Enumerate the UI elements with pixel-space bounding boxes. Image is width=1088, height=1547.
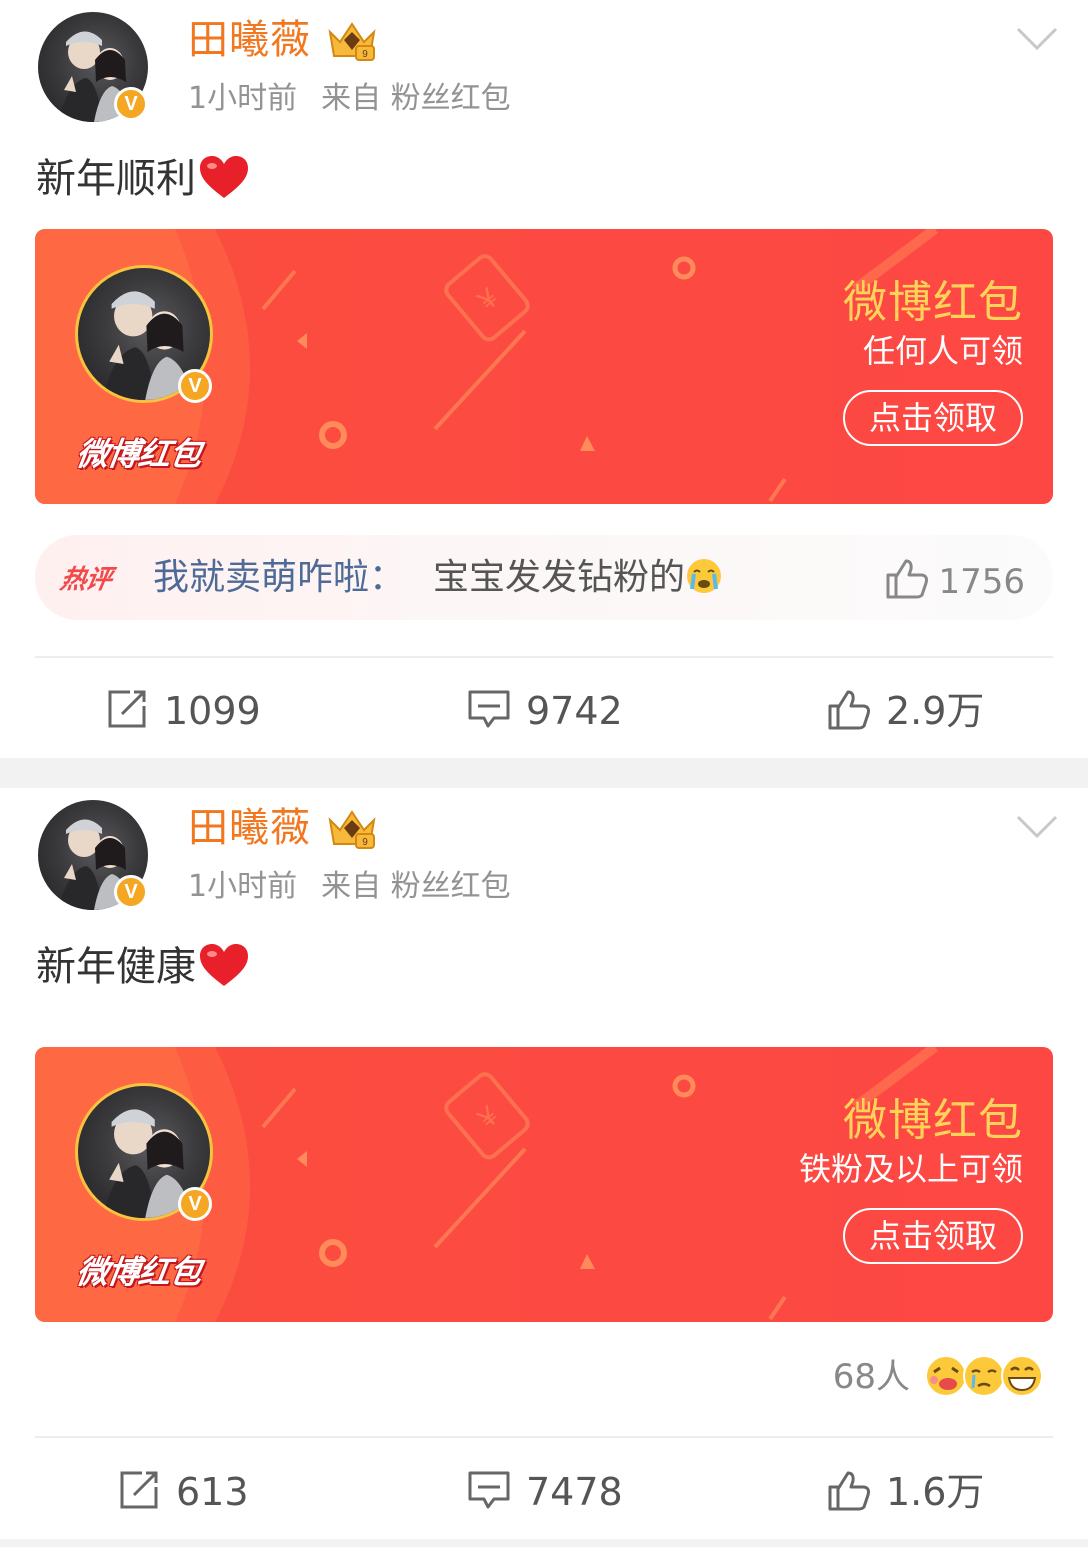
like-count: 1.6万 <box>886 1470 985 1514</box>
red-packet-title: 微博红包 <box>843 1095 1023 1146</box>
verified-badge-icon: V <box>178 369 212 403</box>
post-meta: 1小时前 来自 粉丝红包 <box>188 80 535 118</box>
svg-text:¥: ¥ <box>471 282 504 317</box>
svg-text:9: 9 <box>362 49 368 60</box>
post-text-content: 新年顺利 <box>36 156 196 202</box>
hot-comment-like[interactable]: 1756 <box>884 555 1025 605</box>
crown-icon: 9 <box>328 22 376 61</box>
crown-icon: 9 <box>328 810 376 849</box>
post-text: 新年健康 <box>36 940 250 994</box>
claim-button[interactable]: 点击领取 <box>843 1208 1023 1264</box>
post-text: 新年顺利 <box>36 152 250 206</box>
red-packet-title: 微博红包 <box>843 277 1023 328</box>
hot-comment-content: 宝宝发发钻粉的 <box>433 557 686 598</box>
username[interactable]: 田曦薇 <box>188 14 311 66</box>
hot-comment-user[interactable]: 我就卖萌咋啦： <box>153 555 405 601</box>
thumb-up-icon <box>828 1471 870 1511</box>
repost-icon <box>108 690 146 728</box>
red-packet-subtitle: 任何人可领 <box>862 332 1023 370</box>
red-packet-subtitle: 铁粉及以上可领 <box>798 1150 1023 1188</box>
post-card: V 田曦薇 9 1小时前 来自 粉丝红包 新年健康 ¥ V 微博红包 微博红包 … <box>0 788 1088 1539</box>
post-time: 1小时前 <box>188 869 298 904</box>
comment-button[interactable]: 7478 <box>466 1467 623 1516</box>
like-count: 2.9万 <box>886 689 985 733</box>
claim-button[interactable]: 点击领取 <box>843 390 1023 446</box>
hot-comment-text: 宝宝发发钻粉的 <box>433 555 723 601</box>
comment-count: 9742 <box>526 689 623 733</box>
comment-icon <box>468 1471 510 1509</box>
repost-button[interactable]: 1099 <box>104 686 261 735</box>
crying-emoji-icon <box>687 559 722 593</box>
hot-comment-tag: 热评 <box>57 565 114 595</box>
chevron-down-icon[interactable] <box>1016 814 1058 840</box>
thumb-up-icon <box>886 559 929 599</box>
thumb-up-icon <box>828 690 870 730</box>
verified-badge-icon: V <box>114 875 148 909</box>
reactions-summary[interactable]: 68人 <box>833 1352 1050 1401</box>
svg-text:¥: ¥ <box>471 1100 504 1135</box>
like-button[interactable]: 2.9万 <box>826 686 984 735</box>
like-button[interactable]: 1.6万 <box>826 1467 984 1516</box>
reactions-count: 68人 <box>832 1357 910 1397</box>
post-source: 来自 粉丝红包 <box>321 81 511 116</box>
chevron-down-icon[interactable] <box>1016 26 1058 52</box>
comment-button[interactable]: 9742 <box>466 686 623 735</box>
red-packet-brand: 微博红包 <box>74 1253 204 1291</box>
post-text-content: 新年健康 <box>36 944 196 990</box>
red-packet-card[interactable]: ¥ V 微博红包 微博红包 铁粉及以上可领 点击领取 <box>35 1047 1053 1322</box>
red-packet-brand: 微博红包 <box>74 435 204 473</box>
heart-icon <box>200 156 248 198</box>
divider <box>35 1436 1053 1438</box>
repost-icon <box>120 1471 158 1509</box>
divider <box>35 656 1053 658</box>
verified-badge-icon: V <box>114 87 148 121</box>
post-card: V 田曦薇 9 1小时前 来自 粉丝红包 新年顺利 ¥ V 微博红包 微博红包 … <box>0 0 1088 758</box>
hot-comment[interactable]: 热评 我就卖萌咋啦： 宝宝发发钻粉的 1756 <box>35 535 1053 620</box>
grinning-emoji-icon <box>1001 1355 1043 1397</box>
comment-icon <box>468 690 510 728</box>
comment-count: 7478 <box>526 1470 623 1514</box>
repost-button[interactable]: 613 <box>116 1467 249 1516</box>
svg-text:9: 9 <box>362 837 368 848</box>
verified-badge-icon: V <box>178 1187 212 1221</box>
post-time: 1小时前 <box>188 81 298 116</box>
red-packet-card[interactable]: ¥ V 微博红包 微博红包 任何人可领 点击领取 <box>35 229 1053 504</box>
repost-count: 613 <box>176 1470 249 1514</box>
post-source: 来自 粉丝红包 <box>321 869 511 904</box>
reaction-faces <box>924 1352 1050 1400</box>
hot-comment-like-count: 1756 <box>938 562 1025 602</box>
username[interactable]: 田曦薇 <box>188 802 311 854</box>
post-meta: 1小时前 来自 粉丝红包 <box>188 868 535 906</box>
repost-count: 1099 <box>164 689 261 733</box>
heart-icon <box>200 944 248 986</box>
